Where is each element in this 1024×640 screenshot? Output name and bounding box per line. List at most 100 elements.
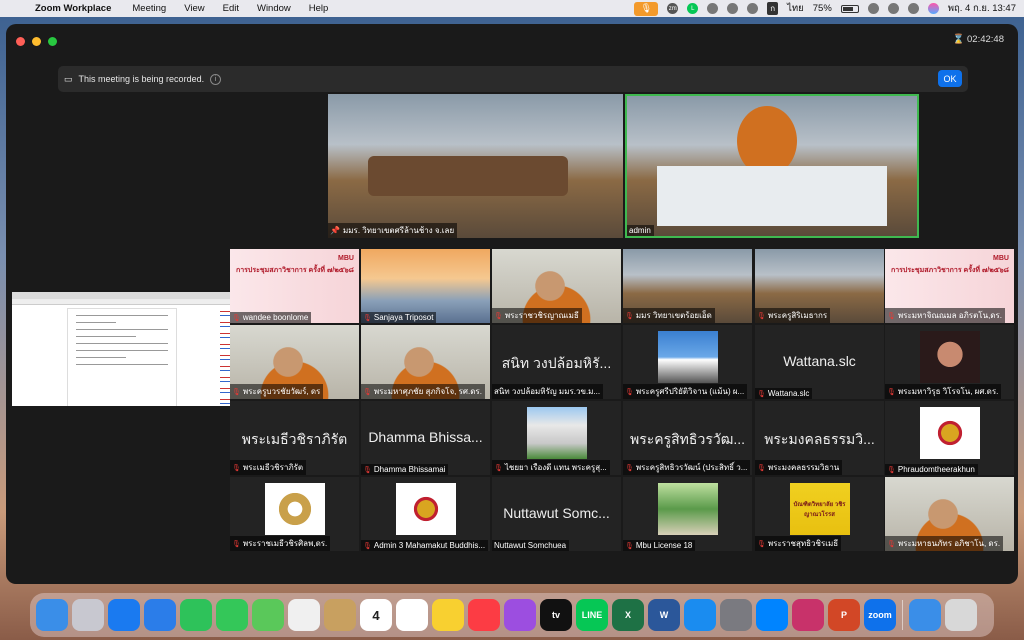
- menu-help[interactable]: Help: [300, 3, 338, 14]
- participant-tile[interactable]: 🎙 พระครูบวรชัยวัฒร์, ดร: [230, 325, 359, 399]
- participant-name: 🎙 Dhamma Bhissamai: [361, 464, 449, 475]
- participant-tile[interactable]: Wattana.slc 🎙 Wattana.slc: [755, 325, 884, 399]
- participant-tile[interactable]: Nuttawut Somc... Nuttawut Somchuea: [492, 477, 621, 551]
- downloads-icon[interactable]: [909, 599, 941, 631]
- muted-mic-icon: 🎙: [757, 540, 766, 548]
- mail-icon[interactable]: [144, 599, 176, 631]
- participant-display-name: พระครูสิทธิวรวัฒ...: [629, 431, 746, 447]
- menu-meeting[interactable]: Meeting: [123, 3, 175, 14]
- launchpad-icon[interactable]: [72, 599, 104, 631]
- close-window-button[interactable]: [16, 37, 25, 46]
- line-status-icon[interactable]: L: [687, 3, 699, 14]
- system-settings-icon[interactable]: [720, 599, 752, 631]
- muted-mic-icon: 🎙: [363, 388, 372, 396]
- trash-icon[interactable]: [945, 599, 977, 631]
- participant-tile[interactable]: 🎙 Sanjaya Triposot: [361, 249, 490, 323]
- input-source-icon[interactable]: ก: [767, 2, 779, 15]
- participant-name: 🎙 มมร วิทยาเขตร้อยเอ็ด: [623, 308, 715, 323]
- participant-name: 🎙 พระมหาธนภัทร อภิชาโน, ดร.: [885, 536, 1004, 551]
- participant-tile[interactable]: Dhamma Bhissa... 🎙 Dhamma Bhissamai: [361, 401, 490, 475]
- microphone-status-icon[interactable]: 🎙: [634, 1, 659, 16]
- participant-tile[interactable]: บัณฑิตวิทยาลัย วชิรญาณวโรรส 🎙 พระราชสุทธิว…: [755, 477, 884, 551]
- word-icon[interactable]: W: [648, 599, 680, 631]
- safari-icon[interactable]: [108, 599, 140, 631]
- participant-tile[interactable]: 🎙 พระมหาธนภัทร อภิชาโน, ดร.: [885, 477, 1014, 551]
- participant-name: 🎙 ไชยยา เรืองดี แทน พระครูสุ...: [492, 460, 610, 475]
- tv-icon[interactable]: tv: [540, 599, 572, 631]
- mountain-avatar-image: [657, 331, 718, 383]
- participant-tile[interactable]: 🎙 Mbu License 18: [623, 477, 752, 551]
- zoom-window-button[interactable]: [48, 37, 57, 46]
- participant-tile[interactable]: 🎙 Admin 3 Mahamakut Buddhis...: [361, 477, 490, 551]
- emblem-avatar-image: [395, 483, 456, 535]
- feedback-icon[interactable]: [792, 599, 824, 631]
- participant-tile[interactable]: 🎙 Phraudomtheerakhun: [885, 401, 1014, 475]
- wifi-icon[interactable]: [867, 3, 879, 14]
- participant-name: 🎙 พระราชสุทธิวชิรเมธี: [755, 536, 842, 551]
- participant-tile[interactable]: 🎙 พระราชเมธีวชิรศิลพ,ดร.: [230, 477, 359, 551]
- participant-name: 🎙 Mbu License 18: [623, 540, 696, 551]
- participant-name-text: Mbu License 18: [635, 541, 693, 550]
- participant-tile[interactable]: 🎙 พระราชวชิรญาณเมธี: [492, 249, 621, 323]
- ok-button[interactable]: OK: [938, 70, 962, 87]
- podcasts-icon[interactable]: [504, 599, 536, 631]
- menu-view[interactable]: View: [175, 3, 213, 14]
- music-icon[interactable]: [468, 599, 500, 631]
- seal-avatar-image: [264, 483, 325, 535]
- powerpoint-icon[interactable]: P: [828, 599, 860, 631]
- menu-window[interactable]: Window: [248, 3, 300, 14]
- shared-screen-thumbnail[interactable]: [12, 292, 230, 406]
- battery-icon[interactable]: [840, 4, 859, 13]
- participant-tile[interactable]: ···🎙พระมหาวิรุธ วิโรจโน, ผศ.ดร.: [885, 325, 1014, 414]
- participant-tile[interactable]: 🎙 ไชยยา เรืองดี แทน พระครูสุ...: [492, 401, 621, 475]
- participant-tile[interactable]: พระครูสิทธิวรวัฒ... 🎙 พระครูสิทธิวรวัฒน์ (…: [623, 401, 752, 475]
- info-icon[interactable]: i: [210, 73, 222, 85]
- participant-name-text: พระราชสุทธิวชิรเมธี: [767, 539, 839, 548]
- video-tile-pinned[interactable]: 📌 มมร. วิทยาเขตศรีล้านช้าง จ.เลย: [328, 94, 623, 238]
- line-icon[interactable]: LINE: [576, 599, 608, 631]
- reminders-icon[interactable]: [396, 599, 428, 631]
- participant-tile[interactable]: สนิท วงปล้อมหิรั... สนิท วงปล้อมหิรัญ มมร…: [492, 325, 621, 399]
- messages-icon[interactable]: [216, 599, 248, 631]
- control-center-icon[interactable]: [907, 3, 919, 14]
- facetime-icon[interactable]: [180, 599, 212, 631]
- participant-tile[interactable]: 🎙 พระมหาศุภชัย สุภกิจโจ, รศ.ดร.: [361, 325, 490, 399]
- zoom-status-icon[interactable]: zm: [667, 3, 679, 14]
- participant-tile[interactable]: MBU การประชุมสภาวิชาการ ครั้งที่ ๗/๒๕๖๘ 🎙 พ…: [885, 249, 1014, 323]
- notes-icon[interactable]: [432, 599, 464, 631]
- video-tile-active-speaker[interactable]: admin: [625, 94, 919, 238]
- contacts-icon[interactable]: [324, 599, 356, 631]
- participant-tile[interactable]: 🎙 พระครูสิริเมธากร: [755, 249, 884, 323]
- photos-icon[interactable]: [288, 599, 320, 631]
- finder-icon[interactable]: [36, 599, 68, 631]
- participant-name: สนิท วงปล้อมหิรัญ มมร.วข.ม...: [492, 384, 604, 399]
- participant-name: 🎙 พระราชวชิรญาณเมธี: [492, 308, 582, 323]
- messenger-icon[interactable]: [756, 599, 788, 631]
- siri-icon[interactable]: [927, 3, 939, 14]
- bluetooth-icon[interactable]: [727, 3, 739, 14]
- excel-icon[interactable]: X: [612, 599, 644, 631]
- search-icon[interactable]: [887, 3, 899, 14]
- participant-tile[interactable]: 🎙 พระครูศรีปริยัติวิจาน (แม้น) ผ...: [623, 325, 752, 399]
- menu-edit[interactable]: Edit: [214, 3, 248, 14]
- recording-text: This meeting is being recorded.: [78, 74, 205, 84]
- play-icon[interactable]: [747, 3, 759, 14]
- maps-icon[interactable]: [252, 599, 284, 631]
- participant-tile[interactable]: MBU การประชุมสภาวิชาการ ครั้งที่ ๗/๒๕๖๘ 🎙 w…: [230, 249, 359, 323]
- participant-name-text: Nuttawut Somchuea: [494, 541, 567, 550]
- slide-brand: MBU: [338, 255, 354, 262]
- app-store-icon[interactable]: [684, 599, 716, 631]
- participant-tile[interactable]: พระมงคลธรรมวิ... 🎙 พระมงคลธรรมวิธาน: [755, 401, 884, 475]
- zoom-icon[interactable]: zoom: [864, 599, 896, 631]
- participant-tile[interactable]: พระเมธีวชิราภิรัต 🎙 พระเมธีวชิราภิรัต: [230, 401, 359, 475]
- participant-name: 🎙 พระมหาวิรุธ วิโรจโน, ผศ.ดร.: [885, 384, 1002, 399]
- muted-mic-icon: 🎙: [757, 390, 766, 398]
- app-name-menu[interactable]: Zoom Workplace: [26, 3, 123, 14]
- clock[interactable]: พฤ. 4 ก.ย. 13:47: [948, 1, 1016, 16]
- focus-icon[interactable]: [707, 3, 719, 14]
- calendar-icon[interactable]: 4: [360, 599, 392, 631]
- participant-name-text: Dhamma Bhissamai: [373, 465, 446, 474]
- muted-mic-icon: 🎙: [363, 542, 372, 550]
- participant-tile[interactable]: 🎙 มมร วิทยาเขตร้อยเอ็ด: [623, 249, 752, 323]
- minimize-window-button[interactable]: [32, 37, 41, 46]
